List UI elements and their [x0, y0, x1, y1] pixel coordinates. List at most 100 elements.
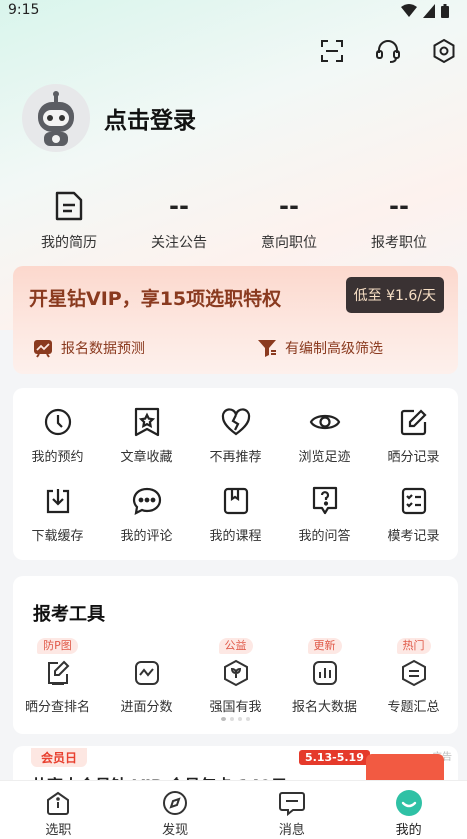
shortcut-score-records[interactable]: 晒分记录 — [369, 404, 458, 465]
shortcut-my-qa[interactable]: 我的问答 — [280, 483, 369, 544]
vip-feature-label: 有编制高级筛选 — [285, 341, 383, 357]
stats-row: 我的简历 -- 关注公告 -- 意向职位 -- 报考职位 — [14, 190, 454, 252]
shortcut-grid: 我的预约 文章收藏 不再推荐 浏览足迹 晒分记录 下载缓存 我的评论 我的课程 — [13, 404, 458, 544]
shortcut-label: 不再推荐 — [209, 450, 262, 465]
settings-icon[interactable] — [431, 38, 457, 64]
checklist-icon — [401, 487, 426, 515]
resume-icon — [14, 190, 124, 222]
bottom-tab-bar: 选职 发现 消息 我的 — [0, 780, 467, 839]
shortcut-grid-card: 我的预约 文章收藏 不再推荐 浏览足迹 晒分记录 下载缓存 我的评论 我的课程 — [13, 388, 458, 560]
tool-score-ranking[interactable]: 防P图 晒分查排名 — [13, 634, 102, 715]
stat-label: 意向职位 — [261, 235, 317, 251]
shortcut-not-recommend[interactable]: 不再推荐 — [191, 404, 280, 465]
vip-title: 开星钻VIP，享15项选职特权 — [29, 288, 282, 310]
vip-feature-label: 报名数据预测 — [61, 341, 145, 357]
tab-discover[interactable]: 发现 — [117, 781, 234, 839]
shortcut-label: 浏览足迹 — [298, 450, 351, 465]
vip-feature-data-prediction[interactable]: 报名数据预测 — [33, 338, 145, 358]
page-dot — [246, 717, 250, 721]
shortcut-my-appointments[interactable]: 我的预约 — [13, 404, 102, 465]
tab-messages[interactable]: 消息 — [234, 781, 351, 839]
shortcut-browse-history[interactable]: 浏览足迹 — [280, 404, 369, 465]
chart-icon — [34, 340, 52, 358]
tab-me[interactable]: 我的 — [350, 781, 467, 839]
page-dot — [238, 717, 242, 721]
message-icon — [278, 792, 305, 816]
header-actions — [319, 38, 457, 64]
eye-icon — [309, 414, 340, 430]
pulse-icon — [134, 661, 159, 685]
bar-chart-icon — [312, 661, 337, 685]
status-icons — [401, 4, 449, 18]
tool-label: 晒分查排名 — [24, 700, 90, 715]
tab-label: 发现 — [162, 823, 189, 838]
tool-strong-country[interactable]: 公益 强国有我 — [191, 634, 280, 715]
shortcut-label: 我的问答 — [298, 529, 351, 544]
home-info-icon — [47, 791, 70, 815]
status-time: 9:15 — [8, 2, 40, 18]
shortcut-my-courses[interactable]: 我的课程 — [191, 483, 280, 544]
tool-badge: 公益 — [218, 638, 253, 654]
compass-icon — [163, 791, 188, 815]
edit-score-icon — [47, 660, 69, 685]
tool-badge: 防P图 — [37, 638, 78, 654]
tab-label: 选职 — [45, 823, 72, 838]
tab-label: 我的 — [395, 823, 422, 838]
book-icon — [223, 487, 248, 515]
wifi-icon — [401, 4, 417, 17]
shortcut-my-comments[interactable]: 我的评论 — [102, 483, 191, 544]
me-icon — [395, 790, 422, 816]
tool-topic-collection[interactable]: 热门 专题汇总 — [369, 634, 458, 715]
tools-row: 防P图 晒分查排名 - 进面分数 公益 强国有我 更新 报名大数据 热门 专题汇… — [13, 634, 458, 715]
vip-feature-advanced-filter[interactable]: 有编制高级筛选 — [257, 338, 383, 358]
stat-resume[interactable]: 我的简历 — [14, 190, 124, 252]
vip-price-button[interactable]: 低至 ¥1.6/天 — [345, 277, 444, 313]
edit-icon — [400, 409, 427, 436]
shortcut-article-favorites[interactable]: 文章收藏 — [102, 404, 191, 465]
stat-label: 关注公告 — [151, 235, 207, 251]
profile-header[interactable]: 点击登录 — [22, 84, 196, 152]
broken-heart-icon — [221, 408, 250, 436]
shortcut-label: 文章收藏 — [120, 450, 173, 465]
shortcut-download-cache[interactable]: 下载缓存 — [13, 483, 102, 544]
tab-label: 消息 — [278, 823, 305, 838]
stat-label: 我的简历 — [41, 235, 97, 251]
stat-followed-notices[interactable]: -- 关注公告 — [124, 190, 234, 252]
clock-icon — [44, 408, 71, 436]
exam-tools-card: 报考工具 防P图 晒分查排名 - 进面分数 公益 强国有我 更新 报名大数据 热… — [13, 576, 458, 734]
login-link[interactable]: 点击登录 — [104, 101, 196, 135]
star-bookmark-icon — [134, 407, 159, 437]
robot-avatar-icon — [38, 91, 74, 146]
stat-value: -- — [169, 192, 189, 220]
download-icon — [46, 489, 69, 514]
tab-positions[interactable]: 选职 — [0, 781, 117, 839]
tools-title: 报考工具 — [33, 604, 105, 625]
topic-icon — [401, 659, 426, 687]
comment-icon — [132, 487, 161, 515]
vip-banner[interactable]: 开星钻VIP，享15项选职特权 低至 ¥1.6/天 报名数据预测 有编制高级筛选 — [13, 266, 458, 374]
tool-interview-scores[interactable]: - 进面分数 — [102, 634, 191, 715]
tool-label: 报名大数据 — [291, 700, 357, 715]
headset-icon[interactable] — [375, 38, 401, 64]
stat-intended-positions[interactable]: -- 意向职位 — [234, 190, 344, 252]
shortcut-label: 我的评论 — [120, 529, 173, 544]
shortcut-mock-exam-records[interactable]: 模考记录 — [369, 483, 458, 544]
stat-value: -- — [279, 192, 299, 220]
tool-badge: 更新 — [307, 638, 342, 654]
page-dot — [230, 717, 234, 721]
stat-applied-positions[interactable]: -- 报考职位 — [344, 190, 454, 252]
filter-icon — [258, 340, 276, 357]
question-icon — [312, 486, 337, 515]
signal-icon — [423, 4, 435, 18]
tool-label: 进面分数 — [120, 700, 173, 715]
tool-registration-big-data[interactable]: 更新 报名大数据 — [280, 634, 369, 715]
page-indicator — [13, 717, 458, 721]
avatar[interactable] — [22, 84, 90, 152]
shortcut-label: 晒分记录 — [387, 450, 440, 465]
shortcut-label: 模考记录 — [387, 529, 440, 544]
battery-icon — [441, 4, 449, 18]
ad-date-range: 5.13-5.19 — [299, 750, 370, 765]
scan-icon[interactable] — [319, 38, 345, 64]
shortcut-label: 我的预约 — [31, 450, 84, 465]
member-day-tag: 会员日 — [31, 748, 88, 767]
